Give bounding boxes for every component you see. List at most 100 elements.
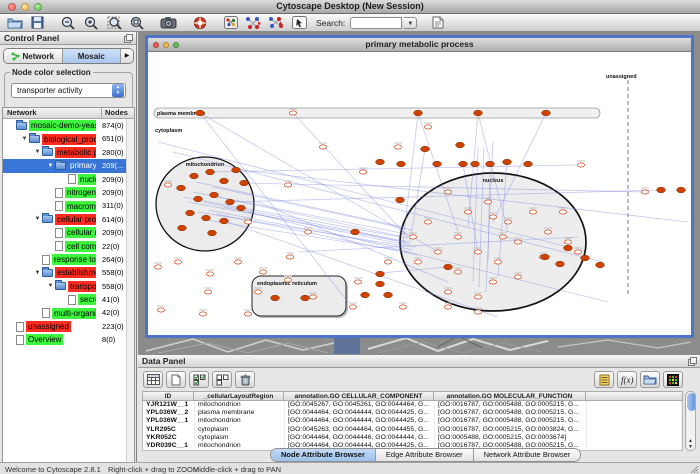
network-node[interactable] [556,261,565,267]
network-node[interactable] [361,292,370,298]
tree-row[interactable]: ▼establishment of lo558(0) [3,266,126,279]
network-node[interactable] [444,190,451,194]
node-color-dropdown[interactable]: transporter activity ▲▼ [11,83,126,98]
table-cell[interactable]: mitochondrion [195,401,285,409]
annotation-button[interactable] [289,15,310,31]
network-node[interactable] [376,271,385,277]
float-data-panel-button[interactable] [688,357,697,366]
select-attributes-button[interactable] [189,371,209,388]
network-node[interactable] [196,110,205,116]
network-node[interactable] [529,210,536,214]
table-column-header[interactable]: annotation.GO MOLECULAR_FUNCTION [434,391,586,401]
disclosure-triangle-icon[interactable]: ▼ [20,136,29,142]
tree-row[interactable]: Overview8(0) [3,333,126,346]
network-node[interactable] [414,260,421,264]
network-node[interactable] [414,110,423,116]
network-node[interactable] [289,111,296,115]
network-node[interactable] [434,250,441,254]
network-node[interactable] [301,295,310,301]
network-node[interactable] [354,280,361,284]
network-node[interactable] [284,278,291,282]
table-cell[interactable]: [GO:0016787, GO:0005488, GO:0005215, G..… [435,409,587,417]
network-node[interactable] [399,305,406,309]
table-cell[interactable]: YLR295C [143,426,195,434]
network-node[interactable] [396,197,405,203]
network-node[interactable] [259,270,266,274]
network-node[interactable] [304,230,311,234]
network-node[interactable] [424,220,431,224]
table-cell[interactable]: [GO:0045263, GO:0044464, GO:0044455, G..… [285,426,435,434]
table-cell[interactable]: [GO:0044464, GO:0044444, GO:0044425, G..… [285,417,435,425]
network-node[interactable] [564,245,573,251]
import-attributes-button[interactable] [427,15,448,31]
close-network-window-button[interactable] [153,42,159,48]
disclosure-triangle-icon[interactable]: ▼ [33,216,42,222]
table-row[interactable]: YJR121W__1mitochondrion[GO:0045267, GO:0… [143,401,682,409]
zoom-fit-button[interactable] [127,15,148,31]
network-node[interactable] [157,308,164,312]
disclosure-triangle-icon[interactable]: ▼ [33,270,42,276]
network-node[interactable] [237,205,246,211]
table-cell[interactable]: YJR121W__1 [143,401,195,409]
network-node[interactable] [206,272,213,276]
tree-row[interactable]: response to stimul264(0) [3,253,126,266]
network-node[interactable] [499,235,506,239]
tab-network-attribute-browser[interactable]: Network Attribute Browser [473,449,581,461]
save-session-button[interactable] [27,15,48,31]
network-node[interactable] [444,264,453,270]
tree-row[interactable]: ▼transport558(0) [3,280,126,293]
network-node[interactable] [514,275,521,279]
table-cell[interactable]: YPL036W__1 [143,417,195,425]
table-cell[interactable]: [GO:0044464, GO:0044446, GO:0044444, G..… [285,434,435,442]
network-node[interactable] [178,225,187,231]
table-cell[interactable]: [GO:0016787, GO:0005215, GO:0003824, G..… [435,426,587,434]
table-row[interactable]: YLR295Ccytoplasm[GO:0045263, GO:0044464,… [143,426,682,434]
table-scrollbar[interactable]: ▲▼ [685,391,696,451]
tree-scrollbar[interactable] [126,119,134,474]
network-node[interactable] [454,235,461,239]
network-node[interactable] [226,199,235,205]
dropdown-stepper-icon[interactable]: ▲▼ [112,84,124,97]
table-cell[interactable]: [GO:0016787, GO:0005488, GO:0005215, G..… [435,417,587,425]
network-node[interactable] [208,230,217,236]
delete-attribute-button[interactable] [235,371,255,388]
network-node[interactable] [677,187,686,193]
table-cell[interactable]: mitochondrion [195,417,285,425]
network-node[interactable] [232,167,241,173]
table-column-header[interactable]: _cellularLayoutRegion [194,391,284,401]
minimize-window-button[interactable] [21,3,29,11]
table-row[interactable]: YPL036W__2plasma membrane[GO:0044464, GO… [143,409,682,417]
zoom-network-window-button[interactable] [173,42,179,48]
disclosure-triangle-icon[interactable]: ▼ [33,149,42,155]
zoom-selected-region-button[interactable] [104,15,125,31]
network-node[interactable] [286,255,293,259]
network-node[interactable] [384,292,393,298]
network-node[interactable] [244,312,251,316]
table-column-header[interactable]: ID [142,391,194,401]
network-node[interactable] [503,159,512,165]
unselect-attributes-button[interactable] [212,371,232,388]
tree-row[interactable]: cellular metabo209(0) [3,226,126,239]
table-cell[interactable]: [GO:0016787, GO:0005488, GO:0005215, G..… [435,401,587,409]
network-node[interactable] [234,260,241,264]
tree-row[interactable]: secretion41(0) [3,293,126,306]
network-node[interactable] [489,280,496,284]
network-node[interactable] [564,240,571,244]
network-node[interactable] [376,159,385,165]
new-attribute-button[interactable] [166,371,186,388]
network-node[interactable] [309,295,316,299]
heatmap-button[interactable] [663,371,683,388]
network-node[interactable] [271,295,280,301]
network-node[interactable] [177,185,186,191]
vizmapper-button[interactable] [220,15,241,31]
table-cell[interactable]: plasma membrane [195,409,285,417]
network-node[interactable] [514,240,521,244]
network-node[interactable] [474,295,481,299]
float-panel-button[interactable] [124,34,133,43]
table-cell[interactable]: [GO:0044464, GO:0044444, GO:0044425, G..… [285,409,435,417]
network-node[interactable] [474,310,481,314]
tree-row[interactable]: macromolecule311(0) [3,199,126,212]
tree-row[interactable]: ▼metabolic process280(0) [3,146,126,159]
network-node[interactable] [194,196,203,202]
network-node[interactable] [474,110,483,116]
